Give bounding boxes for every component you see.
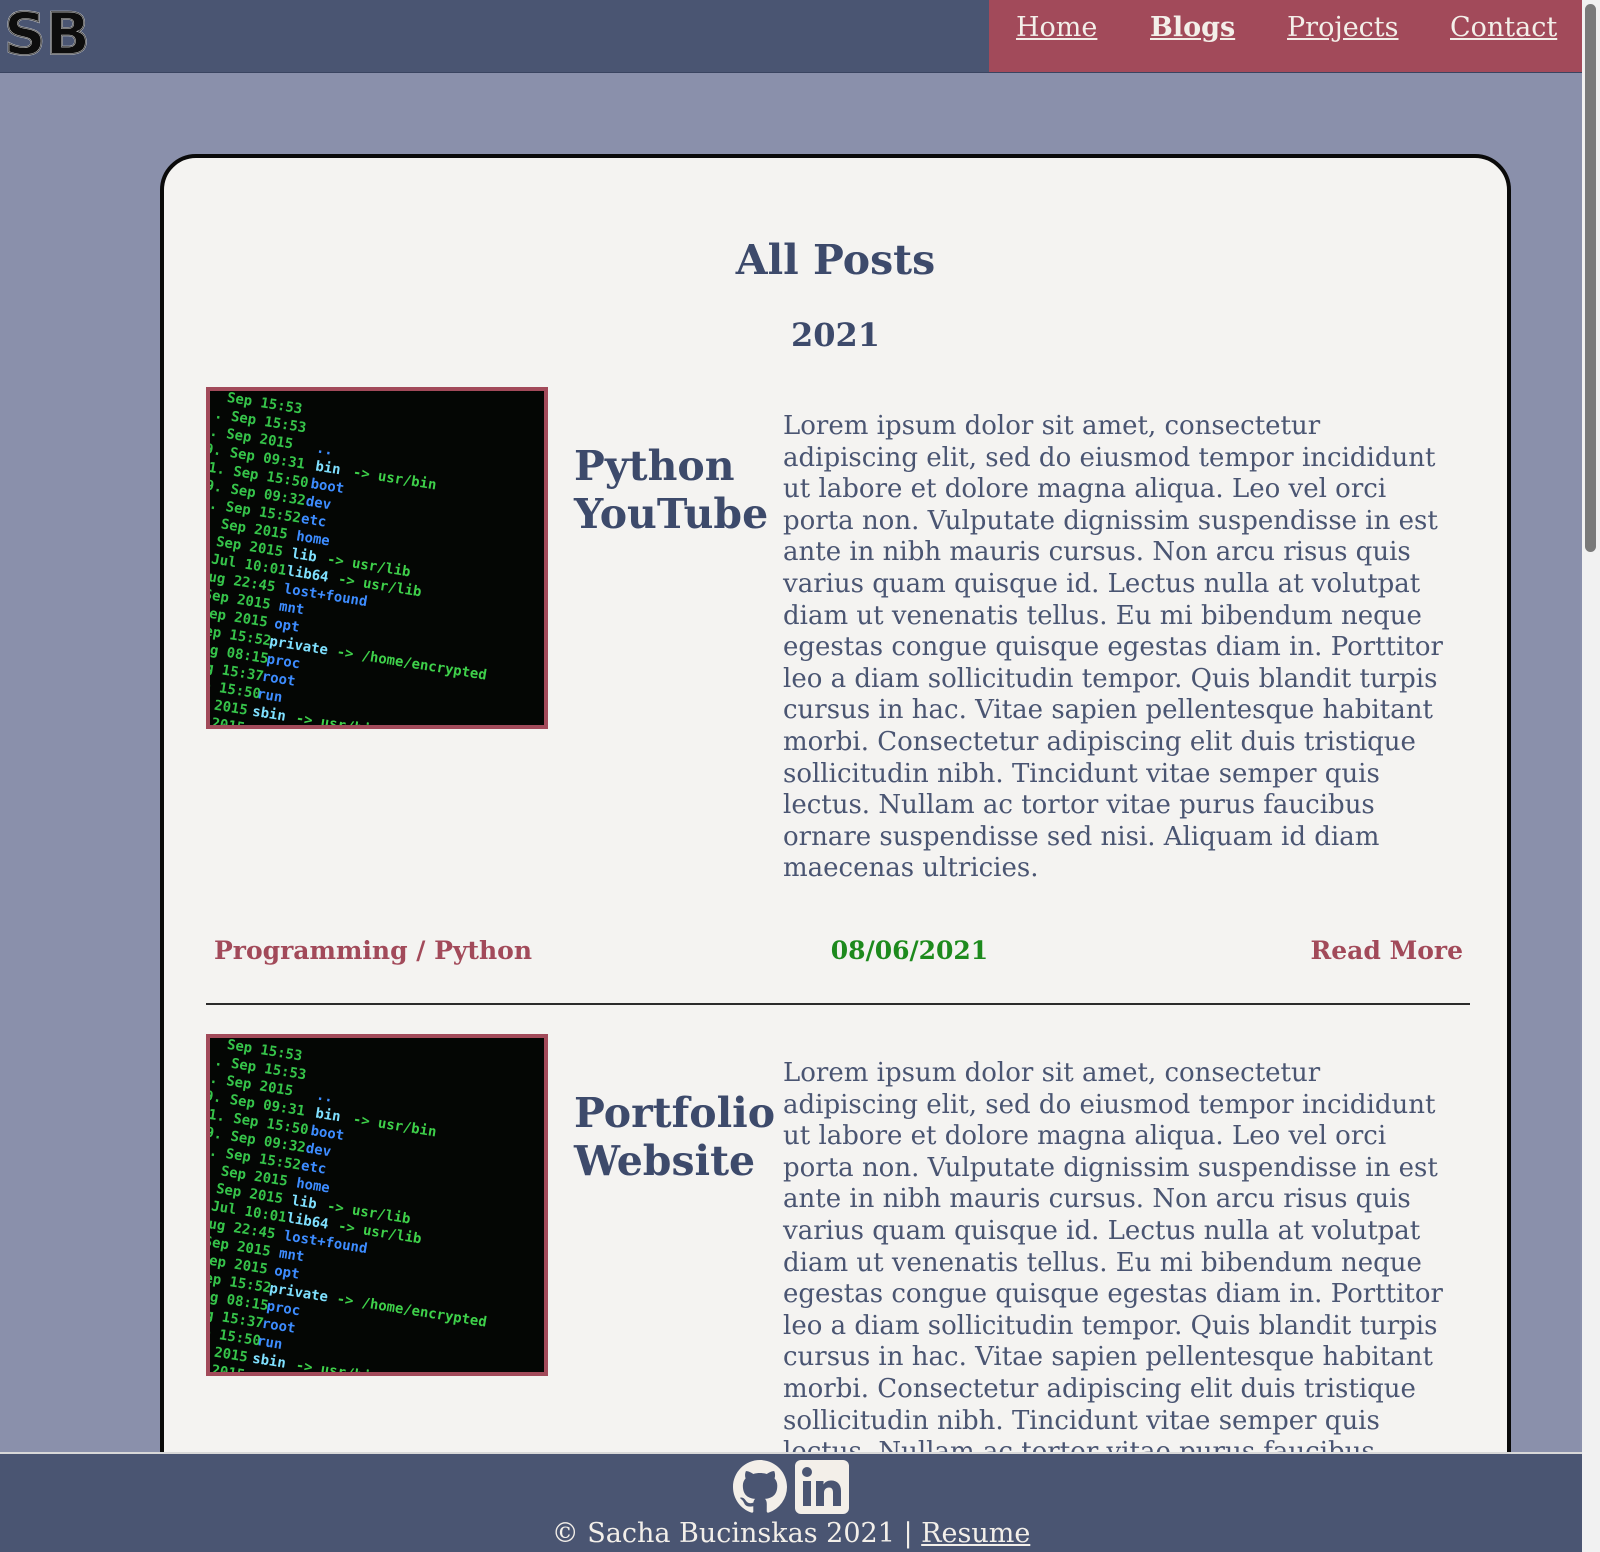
terminal-image-icon: Sep 15:53 . Sep 15:53 . Sep 2015 9. Sep … [210, 391, 544, 725]
post-excerpt: Lorem ipsum dolor sit amet, consectetur … [783, 1058, 1443, 1467]
page-scrollbar[interactable] [1582, 0, 1600, 1552]
nav-blogs[interactable]: Blogs [1150, 12, 1235, 43]
page-title: All Posts [735, 236, 936, 284]
nav-projects[interactable]: Projects [1287, 12, 1399, 43]
post-thumbnail[interactable]: Sep 15:53 . Sep 15:53 . Sep 2015 9. Sep … [206, 387, 548, 729]
resume-link[interactable]: Resume [921, 1518, 1030, 1549]
linkedin-link[interactable] [795, 1460, 849, 1518]
read-more-link[interactable]: Read More [1311, 936, 1464, 965]
site-footer: © Sacha Bucinskas 2021 | Resume [0, 1452, 1582, 1552]
scrollbar-thumb[interactable] [1585, 4, 1596, 552]
linkedin-icon [795, 1460, 849, 1514]
github-icon [733, 1460, 787, 1513]
nav-contact[interactable]: Contact [1450, 12, 1557, 43]
post-excerpt: Lorem ipsum dolor sit amet, consectetur … [783, 411, 1443, 884]
post-thumbnail[interactable]: Sep 15:53 . Sep 15:53 . Sep 2015 9. Sep … [206, 1034, 548, 1376]
logo-link[interactable]: SB SB [3, 0, 100, 69]
year-heading: 2021 [790, 316, 881, 354]
logo-icon: SB SB [3, 0, 91, 69]
posts-card: All Posts 2021 Sep 15:53 . Sep 15:53 . S… [160, 154, 1511, 1552]
post-divider [206, 1003, 1470, 1005]
terminal-image-icon: Sep 15:53 . Sep 15:53 . Sep 2015 9. Sep … [210, 1038, 544, 1372]
nav-home[interactable]: Home [1016, 12, 1097, 43]
main-nav: Home Blogs Projects Contact [989, 0, 1582, 72]
svg-text:..: .. [315, 1087, 334, 1105]
svg-text:..: .. [315, 440, 334, 458]
copyright-text: © Sacha Bucinskas 2021 | Resume [551, 1518, 1031, 1549]
post-title[interactable]: Python YouTube [574, 442, 784, 538]
post-title[interactable]: Portfolio Website [574, 1089, 784, 1185]
github-link[interactable] [733, 1460, 787, 1518]
svg-text:SB: SB [4, 2, 90, 64]
site-header: SB SB Home Blogs Projects Contact [0, 0, 1582, 73]
